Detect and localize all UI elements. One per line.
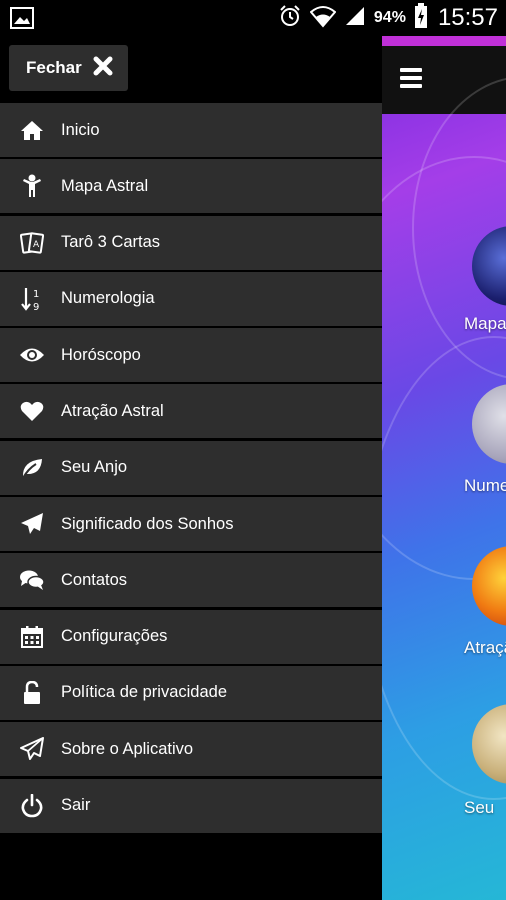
menu-item-taro[interactable]: A Tarô 3 Cartas: [0, 215, 382, 270]
menu-item-label: Atração Astral: [61, 401, 164, 420]
menu-item-label: Tarô 3 Cartas: [61, 233, 161, 252]
home-icon: [17, 115, 47, 145]
svg-text:9: 9: [33, 302, 39, 312]
clock: 15:57: [437, 4, 498, 31]
eye-icon: [17, 340, 47, 370]
signal-icon: [344, 5, 366, 32]
menu-item-label: Configurações: [61, 627, 168, 646]
menu-item-configuracoes[interactable]: Configurações: [0, 609, 382, 664]
battery-icon: [414, 2, 428, 34]
menu-item-mapa-astral[interactable]: Mapa Astral: [0, 159, 382, 214]
paper-plane-outline-icon: [17, 734, 47, 764]
navigation-drawer: Fechar Inicio Mapa Astral A Tarô 3 Carta…: [0, 36, 382, 900]
background-app: Mapa Nume Atraçã Seu: [382, 36, 506, 900]
leaf-icon: [17, 453, 47, 483]
heart-icon: [17, 396, 47, 426]
calendar-icon: [17, 622, 47, 652]
cards-icon: A: [17, 228, 47, 258]
menu-item-sair[interactable]: Sair: [0, 778, 382, 833]
battery-percent: 94%: [373, 9, 406, 26]
menu-item-label: Mapa Astral: [61, 176, 149, 195]
wifi-icon: [309, 4, 337, 33]
hamburger-menu-icon[interactable]: [400, 68, 422, 88]
menu-item-label: Significado dos Sonhos: [61, 514, 234, 533]
close-button-label: Fechar: [26, 58, 82, 77]
menu-item-seu-anjo[interactable]: Seu Anjo: [0, 440, 382, 495]
app-top-strip: [382, 36, 506, 46]
gallery-notification-icon: [10, 7, 34, 34]
unlock-icon: [17, 678, 47, 708]
sort-numeric-icon: 19: [17, 284, 47, 314]
menu-item-label: Horóscopo: [61, 345, 141, 364]
menu-item-label: Numerologia: [61, 289, 155, 308]
menu-item-label: Seu Anjo: [61, 458, 128, 477]
app-label-seu-anjo: Seu: [464, 798, 495, 817]
menu-item-politica-privacidade[interactable]: Política de privacidade: [0, 665, 382, 720]
svg-text:A: A: [33, 240, 40, 250]
menu-item-atracao-astral[interactable]: Atração Astral: [0, 384, 382, 439]
menu-item-label: Inicio: [61, 120, 100, 139]
chat-icon: [17, 565, 47, 595]
menu-item-contatos[interactable]: Contatos: [0, 553, 382, 608]
menu-item-label: Política de privacidade: [61, 683, 228, 702]
app-label-mapa: Mapa: [464, 314, 506, 333]
menu-item-sobre-aplicativo[interactable]: Sobre o Aplicativo: [0, 722, 382, 777]
power-icon: [17, 791, 47, 821]
menu-item-inicio[interactable]: Inicio: [0, 103, 382, 157]
person-icon: [17, 171, 47, 201]
close-icon: [92, 55, 114, 82]
menu-item-label: Sair: [61, 796, 91, 815]
menu-item-label: Sobre o Aplicativo: [61, 739, 194, 758]
drawer-menu: Inicio Mapa Astral A Tarô 3 Cartas 19 Nu…: [0, 103, 382, 835]
alarm-icon: [278, 4, 302, 33]
status-bar: 94% 15:57: [0, 0, 506, 36]
svg-text:1: 1: [33, 289, 39, 300]
app-label-numerologia: Nume: [464, 476, 506, 495]
menu-item-label: Contatos: [61, 570, 128, 589]
paper-plane-icon: [17, 509, 47, 539]
app-label-atracao: Atraçã: [464, 638, 506, 657]
close-drawer-button[interactable]: Fechar: [9, 45, 128, 91]
menu-item-significado-sonhos[interactable]: Significado dos Sonhos: [0, 497, 382, 552]
menu-item-numerologia[interactable]: 19 Numerologia: [0, 271, 382, 326]
menu-item-horoscopo[interactable]: Horóscopo: [0, 328, 382, 383]
